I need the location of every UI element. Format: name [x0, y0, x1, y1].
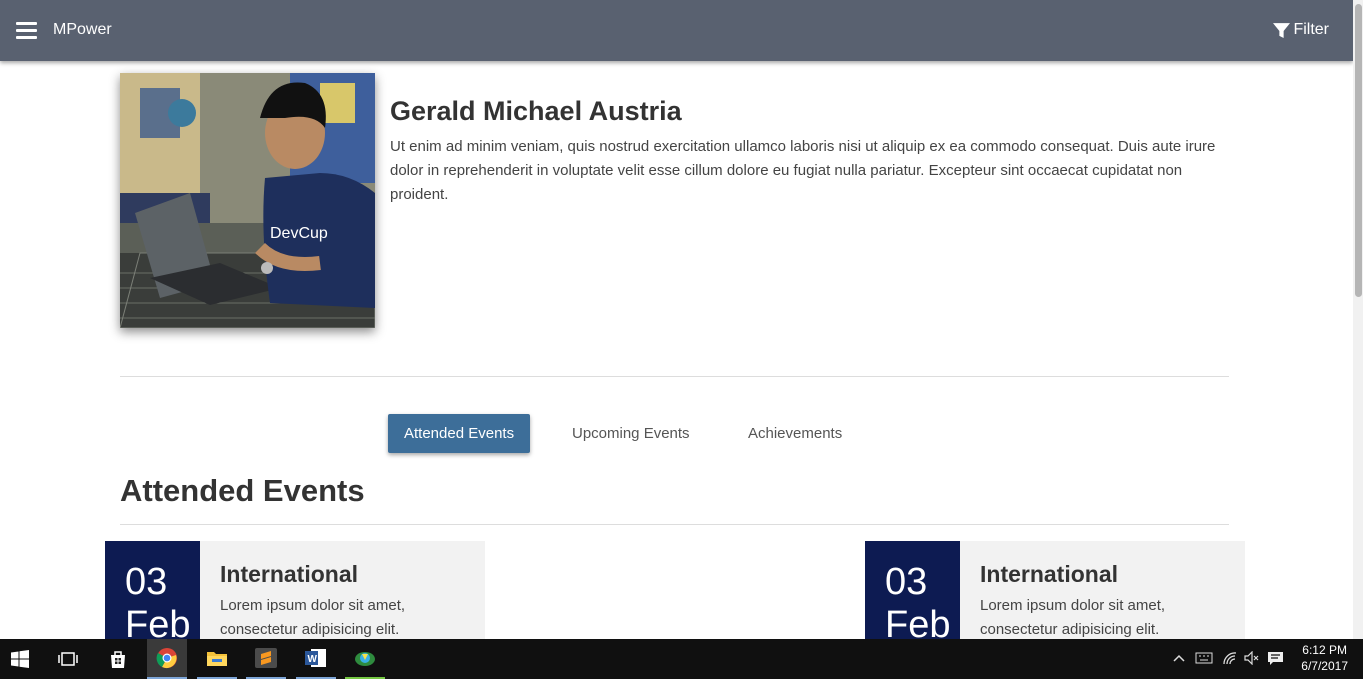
svg-text:W: W: [308, 654, 318, 665]
chrome-icon[interactable]: [147, 639, 187, 679]
system-clock[interactable]: 6:12 PM 6/7/2017: [1301, 642, 1348, 674]
notification-icon[interactable]: [1267, 651, 1284, 669]
event-description: Lorem ipsum dolor sit amet, consectetur …: [220, 597, 406, 638]
volume-muted-icon[interactable]: [1244, 650, 1260, 668]
filter-icon: [1273, 22, 1291, 38]
event-day: 03: [885, 561, 928, 603]
event-date: 03 Feb: [865, 541, 960, 639]
scrollbar-thumb[interactable]: [1355, 4, 1362, 297]
profile-photo: DevCup: [120, 73, 375, 328]
sublime-text-icon[interactable]: [246, 639, 286, 679]
clock-date: 6/7/2017: [1301, 659, 1348, 673]
keyboard-icon[interactable]: [1195, 651, 1213, 668]
chevron-up-icon[interactable]: [1173, 651, 1185, 666]
tab-achievements[interactable]: Achievements: [748, 414, 842, 453]
svg-text:DevCup: DevCup: [270, 225, 328, 242]
wifi-icon[interactable]: [1222, 651, 1238, 668]
divider: [120, 376, 1229, 377]
divider: [120, 524, 1229, 525]
section-title: Attended Events: [120, 473, 365, 508]
windows-taskbar: W 6:12 PM 6/7/2017: [0, 639, 1363, 679]
app-bar: MPower Filter: [0, 0, 1353, 61]
event-title: International: [220, 561, 359, 587]
browser-viewport: MPower Filter DevCup Gerald Michael Aust…: [0, 0, 1353, 639]
event-description: Lorem ipsum dolor sit amet, consectetur …: [980, 597, 1166, 638]
file-explorer-icon[interactable]: [197, 639, 237, 679]
downloader-icon[interactable]: [345, 639, 385, 679]
filter-button[interactable]: Filter: [1273, 21, 1329, 39]
event-day: 03: [125, 561, 168, 603]
event-month: Feb: [885, 604, 951, 639]
profile-bio: Ut enim ad minim veniam, quis nostrud ex…: [390, 138, 1216, 203]
clock-time: 6:12 PM: [1302, 643, 1347, 657]
task-view-icon[interactable]: [48, 639, 88, 679]
page-scrollbar[interactable]: [1353, 0, 1363, 639]
event-title: International: [980, 561, 1119, 587]
filter-label: Filter: [1293, 21, 1329, 38]
word-icon[interactable]: W: [296, 639, 336, 679]
event-card[interactable]: 03 Feb International Lorem ipsum dolor s…: [865, 541, 1245, 639]
profile-name: Gerald Michael Austria: [390, 96, 682, 126]
tab-attended-events[interactable]: Attended Events: [388, 414, 531, 453]
event-date: 03 Feb: [105, 541, 200, 639]
app-brand[interactable]: MPower: [53, 21, 112, 39]
event-card[interactable]: 03 Feb International Lorem ipsum dolor s…: [105, 541, 485, 639]
store-icon[interactable]: [98, 639, 138, 679]
event-month: Feb: [125, 604, 191, 639]
tab-upcoming-events[interactable]: Upcoming Events: [572, 414, 690, 453]
windows-start-icon[interactable]: [0, 639, 40, 679]
menu-icon[interactable]: [16, 22, 37, 39]
